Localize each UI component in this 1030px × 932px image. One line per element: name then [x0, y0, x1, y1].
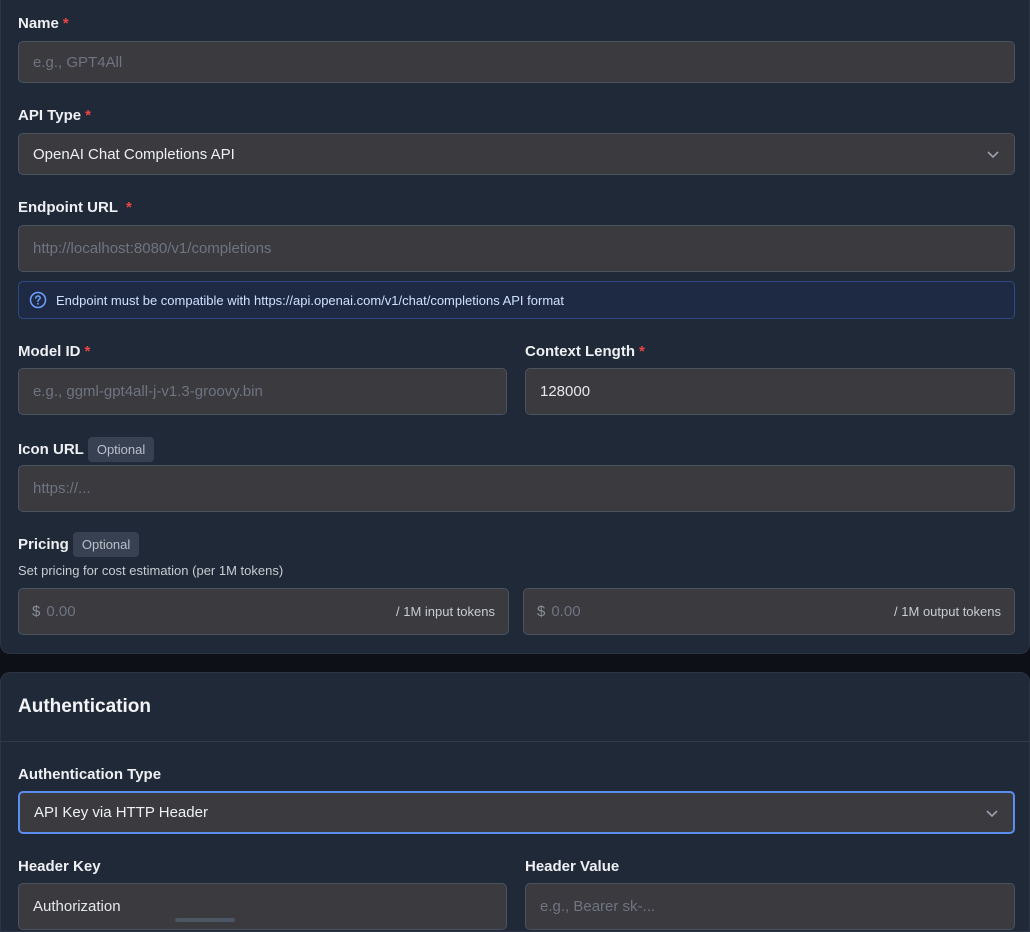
model-id-field[interactable]: [18, 368, 507, 415]
context-length-field[interactable]: [525, 368, 1015, 415]
section-divider: [0, 741, 1030, 742]
header-key-field[interactable]: [18, 883, 507, 930]
optional-badge: Optional: [72, 531, 140, 557]
endpoint-info-note: Endpoint must be compatible with https:/…: [18, 281, 1015, 319]
required-marker: *: [639, 342, 645, 360]
header-value-input[interactable]: [526, 884, 1014, 929]
output-price-unit: / 1M output tokens: [894, 604, 1001, 619]
name-input[interactable]: [19, 42, 1014, 82]
endpoint-url-input[interactable]: [19, 226, 1014, 271]
authentication-title: Authentication: [18, 696, 151, 717]
context-length-input[interactable]: [526, 369, 1014, 414]
pricing-description: Set pricing for cost estimation (per 1M …: [18, 563, 284, 578]
currency-symbol: $: [32, 603, 41, 620]
api-type-select[interactable]: OpenAI Chat Completions API: [18, 133, 1015, 175]
required-marker: *: [85, 106, 91, 124]
context-length-label: Context Length *: [525, 342, 645, 360]
name-label: Name *: [18, 14, 69, 32]
api-type-value: OpenAI Chat Completions API: [33, 145, 235, 163]
chevron-down-icon: [987, 151, 999, 159]
model-id-label: Model ID *: [18, 342, 91, 360]
endpoint-url-label: Endpoint URL *: [18, 198, 132, 216]
input-price-field[interactable]: $ / 1M input tokens: [18, 588, 509, 635]
name-field[interactable]: [18, 41, 1015, 83]
header-key-label: Header Key: [18, 857, 101, 875]
required-marker: *: [125, 198, 132, 216]
api-type-label: API Type *: [18, 106, 91, 124]
model-settings-card: [0, 0, 1030, 654]
header-value-field[interactable]: [525, 883, 1015, 930]
required-marker: *: [84, 342, 91, 360]
pricing-label: Pricing Optional: [18, 531, 140, 557]
input-price-input[interactable]: [40, 589, 396, 634]
auth-type-label: Authentication Type: [18, 765, 162, 783]
output-price-field[interactable]: $ / 1M output tokens: [523, 588, 1015, 635]
input-price-unit: / 1M input tokens: [396, 604, 495, 619]
currency-symbol: $: [537, 603, 546, 620]
auth-type-value: API Key via HTTP Header: [34, 804, 208, 821]
optional-badge: Optional: [87, 436, 155, 462]
help-circle-icon: [29, 291, 47, 309]
endpoint-info-text: Endpoint must be compatible with https:/…: [56, 292, 564, 308]
output-price-input[interactable]: [545, 589, 895, 634]
endpoint-url-field[interactable]: [18, 225, 1015, 272]
header-value-label: Header Value: [525, 857, 620, 875]
model-id-input[interactable]: [19, 369, 506, 414]
auth-type-select[interactable]: API Key via HTTP Header: [18, 791, 1015, 834]
icon-url-input[interactable]: [19, 466, 1014, 511]
header-key-input[interactable]: [19, 884, 506, 929]
icon-url-label: Icon URL Optional: [18, 436, 155, 462]
icon-url-field[interactable]: [18, 465, 1015, 512]
horizontal-scrollbar[interactable]: [175, 918, 235, 922]
chevron-down-icon: [986, 809, 998, 817]
required-marker: *: [62, 14, 69, 32]
